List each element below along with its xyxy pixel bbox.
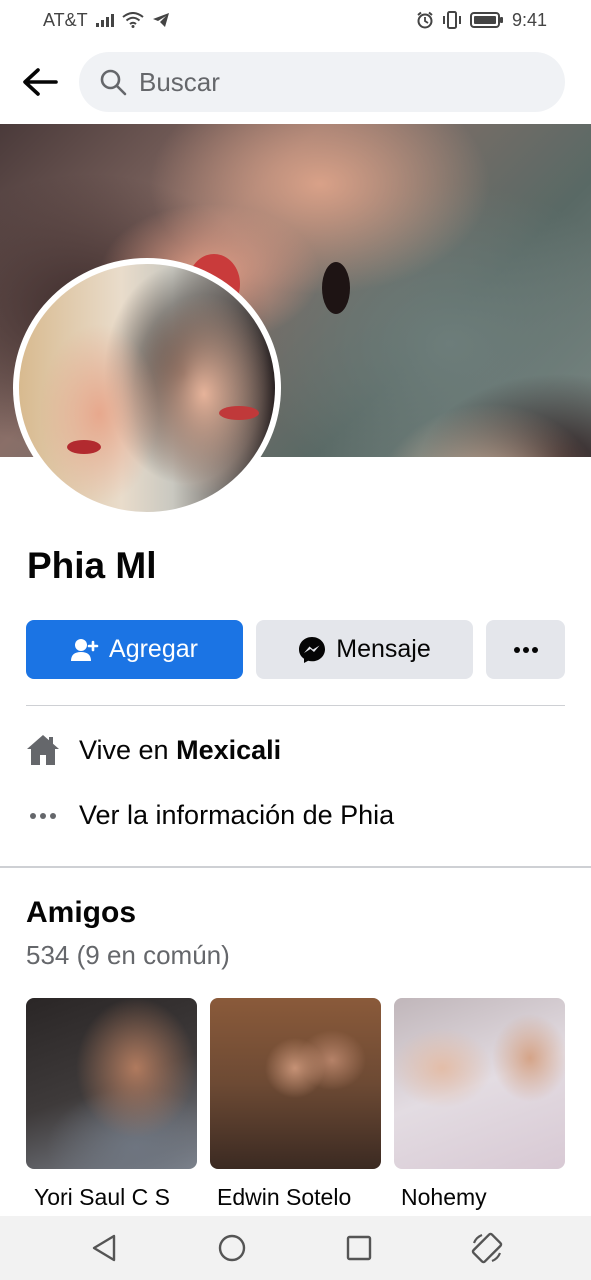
search-placeholder: Buscar <box>139 66 220 97</box>
friend-name[interactable]: Edwin Sotelo <box>217 1184 351 1211</box>
more-dots-icon <box>26 812 60 820</box>
add-friend-label: Agregar <box>109 635 198 663</box>
friends-count: 534 (9 en común) <box>26 940 230 970</box>
more-dots-icon <box>513 646 538 653</box>
friends-section-title[interactable]: Amigos <box>26 896 136 930</box>
divider <box>26 705 565 706</box>
profile-picture-detail <box>67 440 101 454</box>
nav-recents-button[interactable] <box>334 1223 384 1273</box>
message-label: Mensaje <box>336 635 431 663</box>
triangle-back-icon <box>92 1234 116 1262</box>
circle-home-icon <box>218 1234 245 1262</box>
profile-name: Phia Ml <box>27 545 157 586</box>
more-options-button[interactable] <box>486 620 565 679</box>
nav-back-button[interactable] <box>79 1223 129 1273</box>
profile-picture-image <box>19 264 275 512</box>
home-icon <box>26 734 60 766</box>
profile-picture[interactable] <box>13 258 281 518</box>
nav-home-button[interactable] <box>207 1223 257 1273</box>
search-input[interactable]: Buscar <box>79 52 565 112</box>
rotate-screen-button[interactable] <box>462 1223 512 1273</box>
arrow-left-icon <box>23 68 58 96</box>
carrier-label: AT&T <box>43 9 88 30</box>
status-right: 9:41 <box>416 10 547 31</box>
telegram-icon <box>152 13 169 27</box>
info-row-lives-in: Vive en Mexicali <box>26 734 281 766</box>
wifi-icon <box>122 12 144 28</box>
square-recents-icon <box>347 1235 372 1261</box>
cover-photo-detail <box>322 262 350 314</box>
friend-name[interactable]: Yori Saul C S <box>34 1184 170 1211</box>
see-about-info-link[interactable]: Ver la información de Phia <box>26 800 394 831</box>
friend-name[interactable]: Nohemy <box>401 1184 487 1211</box>
search-icon <box>100 69 127 96</box>
signal-icon <box>95 13 114 27</box>
back-button[interactable] <box>10 52 70 112</box>
clock-label: 9:41 <box>511 9 547 30</box>
see-about-info-label: Ver la información de Phia <box>79 800 395 830</box>
friend-photo[interactable] <box>210 998 381 1169</box>
section-separator <box>0 866 591 868</box>
status-bar: AT&T 9:41 <box>0 0 591 40</box>
alarm-icon <box>417 11 433 29</box>
add-friend-button[interactable]: Agregar <box>26 620 243 679</box>
friend-photo[interactable] <box>26 998 197 1169</box>
battery-icon <box>469 12 503 28</box>
messenger-icon <box>299 636 326 663</box>
lives-in-city[interactable]: Mexicali <box>176 735 281 766</box>
lives-in-prefix: Vive en <box>79 734 177 765</box>
rotate-icon <box>471 1232 503 1264</box>
friend-photo[interactable] <box>394 998 565 1169</box>
profile-picture-detail <box>219 406 259 420</box>
message-button[interactable]: Mensaje <box>256 620 473 679</box>
system-navigation-bar <box>0 1216 591 1280</box>
status-left: AT&T <box>43 10 170 31</box>
vibrate-icon <box>442 11 461 29</box>
add-friend-icon <box>71 638 99 661</box>
search-header: Buscar <box>0 52 591 112</box>
